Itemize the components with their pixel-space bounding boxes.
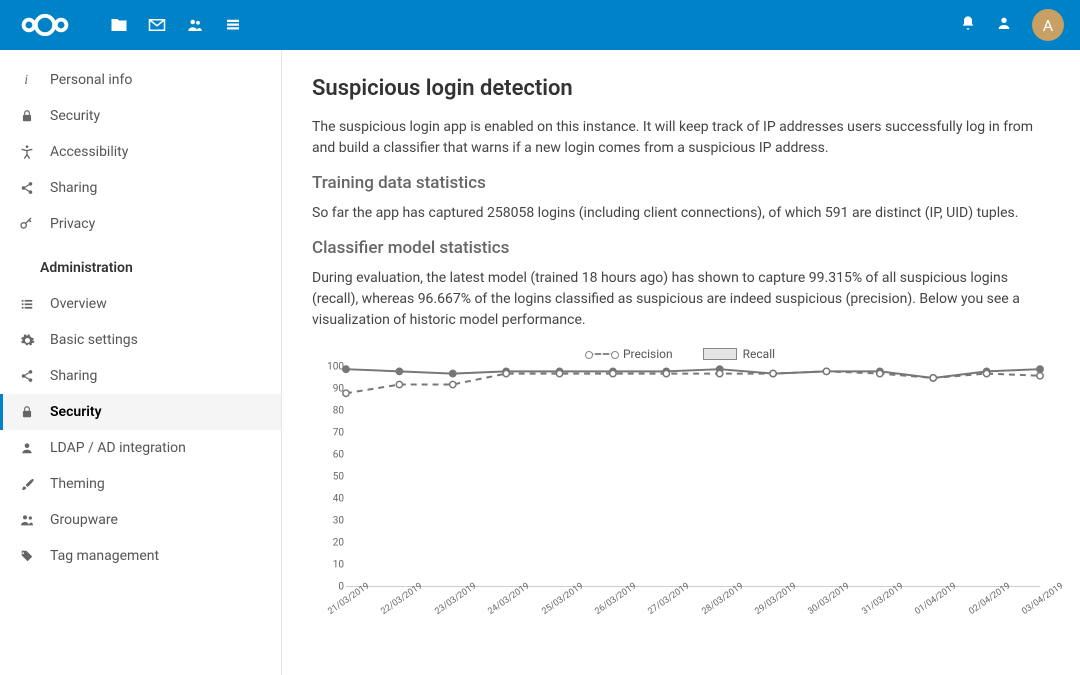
share-icon <box>18 369 36 383</box>
person-icon <box>18 441 36 455</box>
classifier-heading: Classifier model statistics <box>312 238 1050 258</box>
key-icon <box>18 216 36 232</box>
chart-legend: Precision Recall <box>312 345 1050 367</box>
brush-icon <box>18 477 36 492</box>
chart-point <box>396 368 402 374</box>
model-performance-chart: Precision Recall 0102030405060708090100 … <box>312 345 1050 655</box>
sidebar-item-basic-settings[interactable]: Basic settings <box>0 322 281 358</box>
contacts-icon[interactable] <box>186 16 204 34</box>
y-tick: 100 <box>327 362 344 373</box>
legend-precision: Precision <box>587 347 673 361</box>
lock-icon <box>18 405 36 419</box>
sidebar-item-label: Theming <box>50 476 105 492</box>
mail-icon[interactable] <box>148 16 166 34</box>
sidebar-item-label: Overview <box>50 296 107 312</box>
sidebar-item-label: Privacy <box>50 216 95 232</box>
legend-precision-label: Precision <box>623 347 673 361</box>
sidebar-item-label: Accessibility <box>50 144 128 160</box>
sidebar-item-label: Sharing <box>50 180 97 196</box>
chart-point <box>1037 366 1043 372</box>
header-nav <box>110 16 242 34</box>
sidebar-item-privacy[interactable]: Privacy <box>0 206 281 242</box>
legend-recall-label: Recall <box>743 347 775 361</box>
chart-point <box>450 370 456 376</box>
list-icon <box>18 297 36 311</box>
sidebar-item-label: Tag management <box>50 548 159 564</box>
y-tick: 60 <box>333 450 344 461</box>
y-tick: 10 <box>333 560 344 571</box>
chart-point <box>770 370 776 376</box>
accessibility-icon <box>18 144 36 160</box>
sidebar-item-label: Security <box>50 108 100 124</box>
sidebar-item-security[interactable]: Security <box>0 98 281 134</box>
header-right: A <box>960 9 1064 41</box>
sidebar-item-ldap-ad-integration[interactable]: LDAP / AD integration <box>0 430 281 466</box>
app-logo[interactable] <box>20 12 70 38</box>
users-icon[interactable] <box>996 15 1012 35</box>
chart-point <box>1037 373 1043 379</box>
legend-recall: Recall <box>703 347 775 361</box>
svg-text:i: i <box>24 72 28 87</box>
share-icon <box>18 181 36 195</box>
y-tick: 70 <box>333 428 344 439</box>
deck-icon[interactable] <box>224 16 242 34</box>
files-icon[interactable] <box>110 16 128 34</box>
y-tick: 20 <box>333 538 344 549</box>
training-heading: Training data statistics <box>312 173 1050 193</box>
sidebar-item-theming[interactable]: Theming <box>0 466 281 502</box>
chart-point <box>930 375 936 381</box>
chart-point <box>717 370 723 376</box>
settings-sidebar: i Personal info Security Accessibility Shari… <box>0 50 282 675</box>
sidebar-item-label: Basic settings <box>50 332 138 348</box>
group-icon <box>18 512 36 528</box>
sidebar-item-personal-info[interactable]: i Personal info <box>0 62 281 98</box>
info-icon: i <box>18 72 36 88</box>
chart-point <box>503 370 509 376</box>
chart-point <box>450 381 456 387</box>
chart-point <box>983 370 989 376</box>
sidebar-item-label: Sharing <box>50 368 97 384</box>
y-tick: 0 <box>338 582 344 593</box>
notifications-icon[interactable] <box>960 15 976 35</box>
y-tick: 50 <box>333 472 344 483</box>
sidebar-item-sharing[interactable]: Sharing <box>0 358 281 394</box>
lock-icon <box>18 109 36 123</box>
sidebar-item-overview[interactable]: Overview <box>0 286 281 322</box>
sidebar-item-label: LDAP / AD integration <box>50 440 186 456</box>
y-tick: 80 <box>333 406 344 417</box>
sidebar-item-sharing[interactable]: Sharing <box>0 170 281 206</box>
sidebar-section-admin: Administration <box>0 242 281 286</box>
user-avatar[interactable]: A <box>1032 9 1064 41</box>
tag-icon <box>18 549 36 563</box>
chart-point <box>396 381 402 387</box>
y-tick: 40 <box>333 494 344 505</box>
page-title: Suspicious login detection <box>312 76 1050 101</box>
chart-point <box>663 370 669 376</box>
sidebar-item-label: Groupware <box>50 512 118 528</box>
gear-icon <box>18 333 36 348</box>
main-content: Suspicious login detection The suspiciou… <box>282 50 1080 675</box>
chart-point <box>343 366 349 372</box>
app-header: A <box>0 0 1080 50</box>
sidebar-item-label: Personal info <box>50 72 132 88</box>
chart-point <box>877 370 883 376</box>
classifier-text: During evaluation, the latest model (tra… <box>312 268 1050 331</box>
chart-point <box>823 368 829 374</box>
chart-point <box>610 370 616 376</box>
chart-point <box>556 370 562 376</box>
sidebar-item-security[interactable]: Security <box>0 394 281 430</box>
y-tick: 30 <box>333 516 344 527</box>
chart-point <box>343 390 349 396</box>
intro-text: The suspicious login app is enabled on t… <box>312 117 1050 159</box>
sidebar-item-tag-management[interactable]: Tag management <box>0 538 281 574</box>
sidebar-item-accessibility[interactable]: Accessibility <box>0 134 281 170</box>
training-text: So far the app has captured 258058 login… <box>312 203 1050 224</box>
sidebar-item-label: Security <box>50 404 102 420</box>
sidebar-item-groupware[interactable]: Groupware <box>0 502 281 538</box>
